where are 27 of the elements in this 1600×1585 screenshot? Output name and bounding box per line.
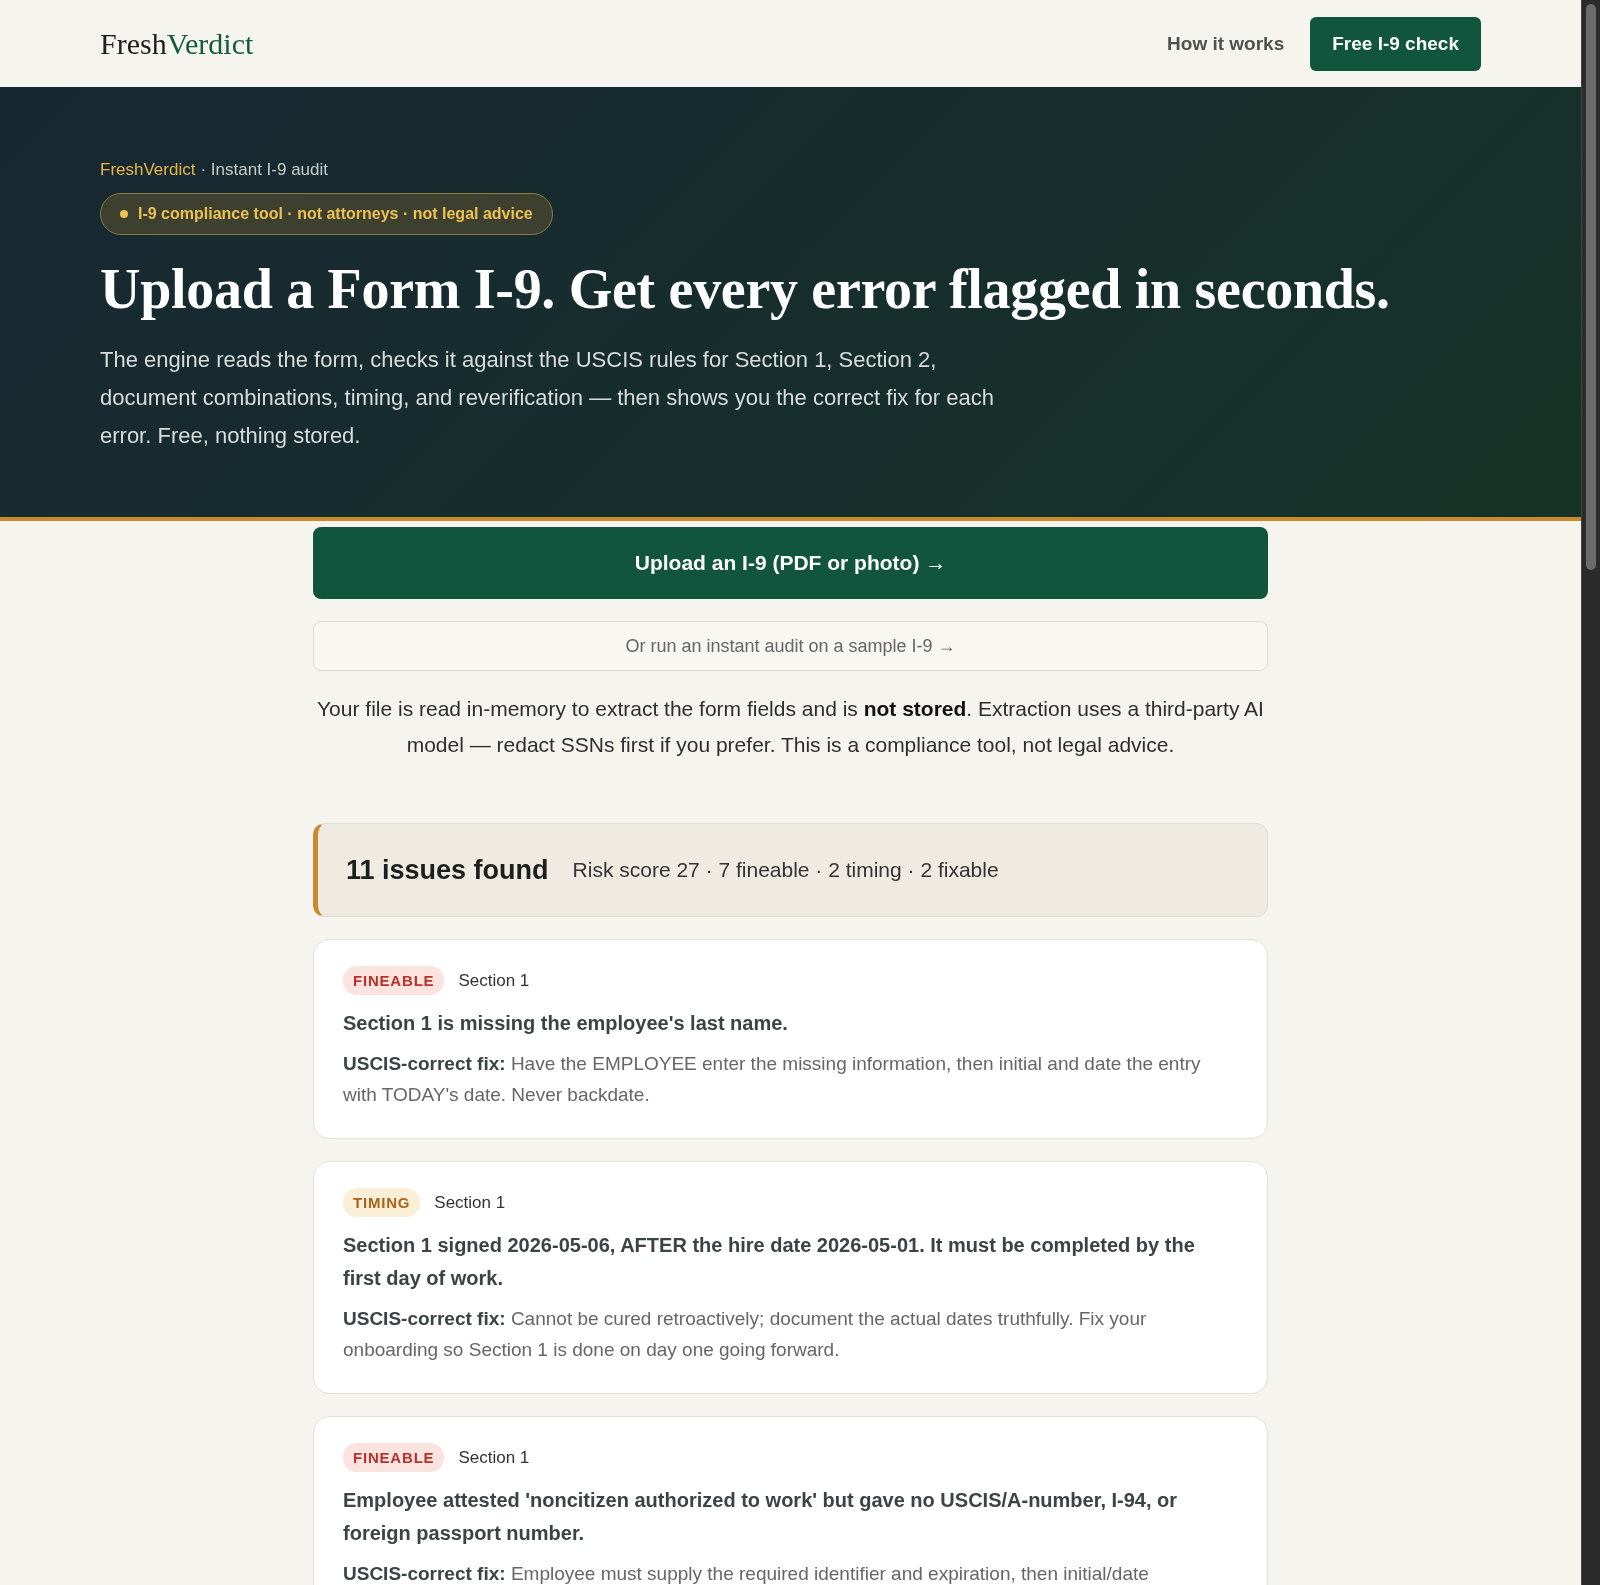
- sample-audit-button[interactable]: Or run an instant audit on a sample I-9 →: [313, 621, 1268, 671]
- issue-title: Section 1 signed 2026-05-06, AFTER the hire date 2026-05-01. It must be completed by the first day of work.: [343, 1233, 1196, 1291]
- dot-icon: [120, 210, 128, 218]
- privacy-note: Your file is read in-memory to extract the form fields and is not stored. Extraction uses a third-party AI model — redact SSNs first if you prefer. This is a compliance tool, not legal advice.: [316, 696, 1265, 758]
- summary-details: Risk score 27 · 7 fineable · 2 timing · 2 fixable: [572, 858, 999, 882]
- summary-title: 11 issues found: [346, 854, 549, 886]
- issue-tag: TIMING: [343, 1188, 421, 1217]
- nav-link[interactable]: How it works: [1167, 32, 1285, 55]
- cta-button[interactable]: Free I-9 check: [1310, 16, 1481, 71]
- disclaimer-pill: I-9 compliance tool · not attorneys · not legal advice: [100, 193, 553, 235]
- issue-tag: FINEABLE: [343, 966, 445, 995]
- breadcrumb-text: · Instant I-9 audit: [200, 160, 328, 180]
- scrollbar-thumb[interactable]: [1586, 4, 1596, 570]
- section-label: Section 1: [458, 970, 530, 991]
- section-label: Section 1: [458, 1447, 530, 1468]
- issue-tag: FINEABLE: [343, 1443, 445, 1472]
- breadcrumb-link[interactable]: FreshVerdict: [100, 160, 196, 180]
- fix-text: USCIS-correct fix: Employee must supply the required identifier and expiration, then initial/date: [343, 1562, 1150, 1585]
- issue-title: Section 1 is missing the employee's last name.: [343, 1011, 789, 1036]
- fix-text: USCIS-correct fix: Cannot be cured retroactively; document the actual dates truthfully. Fix your onboarding so Section 1 is done on day one going forward.: [343, 1307, 1148, 1362]
- logo[interactable]: FreshVerdict: [100, 26, 254, 61]
- fix-text: USCIS-correct fix: Have the EMPLOYEE enter the missing information, then initial and date the entry with TODAY's date. Never backdate.: [343, 1052, 1202, 1107]
- headline: Upload a Form I-9. Get every error flagged in seconds.: [100, 257, 1391, 321]
- intro-text: The engine reads the form, checks it against the USCIS rules for Section 1, Section 2, document combinations, timing, and reverification — then shows you the correct fix for each error. Free, nothing stored.: [100, 346, 995, 450]
- issue-title: Employee attested 'noncitizen authorized to work' but gave no USCIS/A-number, I-94, or foreign passport number.: [343, 1488, 1179, 1546]
- upload-button[interactable]: Upload an I-9 (PDF or photo) →: [313, 527, 1268, 599]
- section-label: Section 1: [434, 1192, 506, 1213]
